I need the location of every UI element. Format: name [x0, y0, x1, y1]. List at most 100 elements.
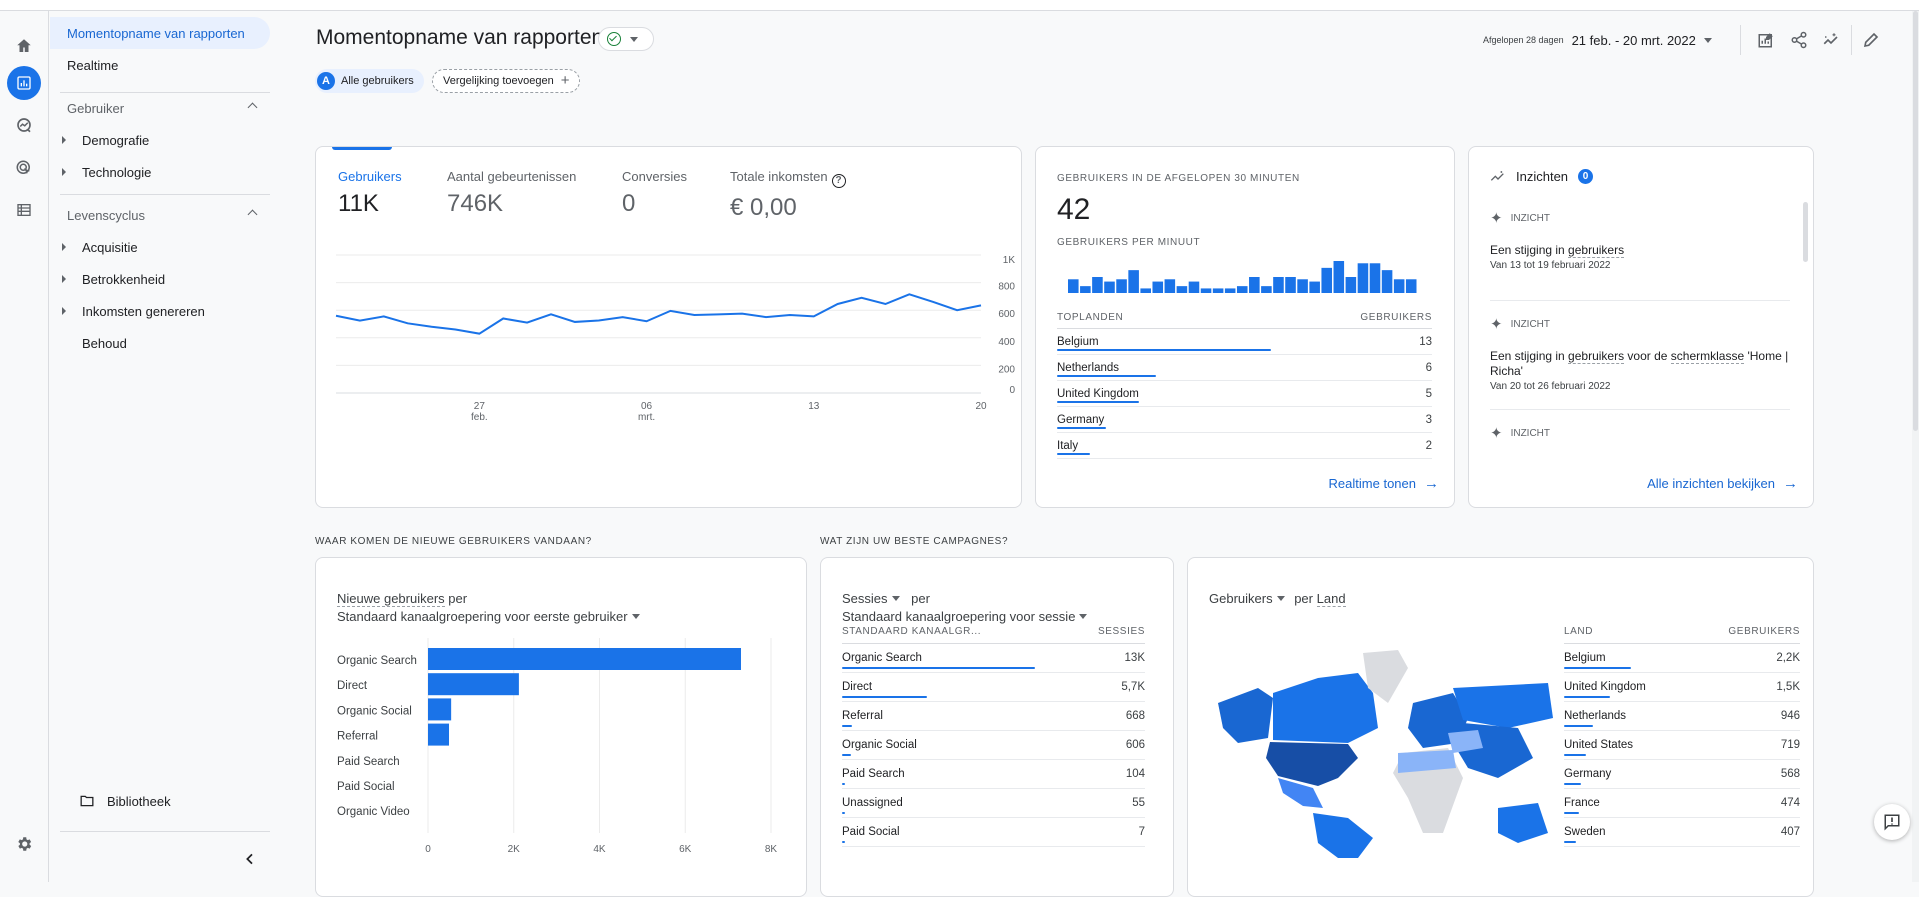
dimension-label: Standaard kanaalgroepering voor eerste g… [337, 609, 628, 624]
gear-icon[interactable] [7, 827, 41, 861]
collapse-nav-button[interactable] [242, 851, 258, 867]
insights-button[interactable] [1818, 27, 1844, 53]
add-comparison-button[interactable]: Vergelijking toevoegen + [432, 69, 581, 93]
nav-item-realtime[interactable]: Realtime [50, 49, 270, 81]
y-tick-label: 1K [1003, 255, 1016, 266]
table-row[interactable]: Netherlands 6 [1057, 355, 1432, 381]
minute-bar [1381, 270, 1393, 293]
minute-bar [1261, 286, 1272, 293]
row-proportion-bar [1564, 841, 1577, 843]
nav-section-gebruiker[interactable]: Gebruiker [50, 94, 270, 122]
row-value: 719 [1780, 739, 1800, 751]
nav-item-technologie[interactable]: Technologie [50, 156, 270, 188]
table-row[interactable]: Belgium 2,2K [1564, 644, 1800, 673]
insight-metric-term[interactable]: gebruikers [1568, 349, 1625, 364]
table-row[interactable]: Referral 668 [842, 702, 1145, 731]
edit-button[interactable] [1858, 27, 1884, 53]
nav-item-betrokkenheid[interactable]: Betrokkenheid [50, 263, 270, 295]
x-tick-sublabel: mrt. [638, 412, 655, 423]
metric-tab-users[interactable]: Gebruikers 11K [338, 169, 402, 218]
customize-report-button[interactable] [1753, 27, 1779, 53]
main-content: Momentopname van rapporten A Alle gebrui… [278, 11, 1912, 897]
reports-icon[interactable] [7, 66, 41, 100]
chevron-left-icon [246, 853, 253, 865]
metric-tab-events[interactable]: Aantal gebeurtenissen 746K [447, 169, 576, 218]
nav-item-inkomsten[interactable]: Inkomsten genereren [50, 295, 270, 327]
table-row[interactable]: Italy 2 [1057, 433, 1432, 459]
table-row[interactable]: Belgium 13 [1057, 329, 1432, 355]
table-row[interactable]: Organic Social 606 [842, 731, 1145, 760]
insight-tag: INZICHT [1510, 318, 1551, 330]
col-header-users: GEBRUIKERS [1728, 626, 1800, 637]
bar [428, 673, 519, 696]
table-row[interactable]: Netherlands 946 [1564, 702, 1800, 731]
insight-item[interactable]: ✦ INZICHT Een stijging in gebruikers Van … [1490, 209, 1790, 301]
nav-item-library[interactable]: Bibliotheek [50, 785, 270, 817]
header-divider [1740, 25, 1741, 55]
metric-label: Gebruikers [1209, 591, 1273, 606]
table-row[interactable]: United Kingdom 5 [1057, 381, 1432, 407]
all-insights-link[interactable]: Alle inzichten bekijken → [1647, 475, 1798, 492]
metric-selector[interactable]: Gebruikers [1209, 591, 1285, 606]
insights-card: Inzichten 0 ✦ INZICHT Een stijging in geb… [1468, 146, 1814, 508]
nav-item-label: Realtime [67, 57, 119, 73]
dimension-selector[interactable]: Standaard kanaalgroepering voor eerste g… [337, 609, 640, 624]
dimension-selector[interactable]: Land [1316, 591, 1346, 607]
row-value: 3 [1425, 413, 1432, 426]
insight-dimension-term[interactable]: schermklasse [1670, 349, 1745, 364]
table-row[interactable]: Organic Search 13K [842, 644, 1145, 673]
page-scrollbar[interactable] [1912, 11, 1919, 882]
help-icon[interactable]: ? [831, 174, 846, 188]
table-row[interactable]: Germany 3 [1057, 407, 1432, 433]
row-label: Italy [1057, 439, 1079, 452]
share-icon [1791, 31, 1807, 49]
page-scrollbar-thumb[interactable] [1913, 11, 1918, 431]
row-proportion-bar [1057, 453, 1090, 455]
table-row[interactable]: Direct 5,7K [842, 673, 1145, 702]
row-label: United Kingdom [1564, 681, 1646, 693]
table-row[interactable]: Paid Search 104 [842, 760, 1145, 789]
nav-divider [60, 194, 270, 195]
advertising-icon[interactable] [7, 151, 41, 185]
insights-scrollbar[interactable] [1803, 202, 1808, 262]
row-proportion-bar [1057, 401, 1140, 403]
row-value: 7 [1138, 826, 1145, 838]
category-label: Organic Social [337, 705, 412, 717]
insight-item[interactable]: ✦ INZICHT [1490, 410, 1790, 442]
configure-icon[interactable] [7, 193, 41, 227]
nav-item-snapshot[interactable]: Momentopname van rapporten [50, 17, 270, 49]
insight-item[interactable]: ✦ INZICHT Een stijging in gebruikers voor… [1490, 301, 1790, 410]
table-row[interactable]: United States 719 [1564, 731, 1800, 760]
date-range-picker[interactable]: Afgelopen 28 dagen 21 feb. - 20 mrt. 202… [1483, 27, 1712, 53]
nav-item-behoud[interactable]: Behoud [50, 327, 270, 359]
realtime-link[interactable]: Realtime tonen → [1329, 475, 1439, 492]
table-row[interactable]: Sweden 407 [1564, 818, 1800, 847]
caret-down-icon [1703, 37, 1712, 43]
nav-section-levenscyclus[interactable]: Levenscyclus [50, 201, 270, 229]
metric-selector[interactable]: Nieuwe gebruikers [337, 591, 445, 607]
row-label: Belgium [1564, 652, 1606, 664]
feedback-button[interactable] [1874, 804, 1910, 840]
nav-item-acquisitie[interactable]: Acquisitie [50, 231, 270, 263]
row-value: 2 [1425, 439, 1432, 452]
metric-tab-revenue[interactable]: Totale inkomsten? € 0,00 [730, 169, 846, 222]
row-label: United Kingdom [1057, 387, 1139, 400]
nav-item-demografie[interactable]: Demografie [50, 124, 270, 156]
insight-metric-term[interactable]: gebruikers [1568, 243, 1625, 258]
home-icon[interactable] [7, 29, 41, 63]
metric-tab-conversions[interactable]: Conversies 0 [622, 169, 687, 218]
table-row[interactable]: Germany 568 [1564, 760, 1800, 789]
share-button[interactable] [1786, 27, 1812, 53]
minute-bar [1224, 288, 1236, 293]
table-row[interactable]: United Kingdom 1,5K [1564, 673, 1800, 702]
publish-status-dropdown[interactable] [598, 27, 654, 51]
table-row[interactable]: France 474 [1564, 789, 1800, 818]
table-row[interactable]: Paid Social 7 [842, 818, 1145, 847]
row-label: Organic Social [842, 739, 917, 751]
minute-bar [1321, 267, 1333, 293]
explore-icon[interactable] [7, 108, 41, 142]
metric-label: Totale inkomsten [730, 169, 828, 184]
metric-selector[interactable]: Sessies [842, 591, 900, 606]
segment-chip[interactable]: A Alle gebruikers [315, 69, 424, 93]
table-row[interactable]: Unassigned 55 [842, 789, 1145, 818]
